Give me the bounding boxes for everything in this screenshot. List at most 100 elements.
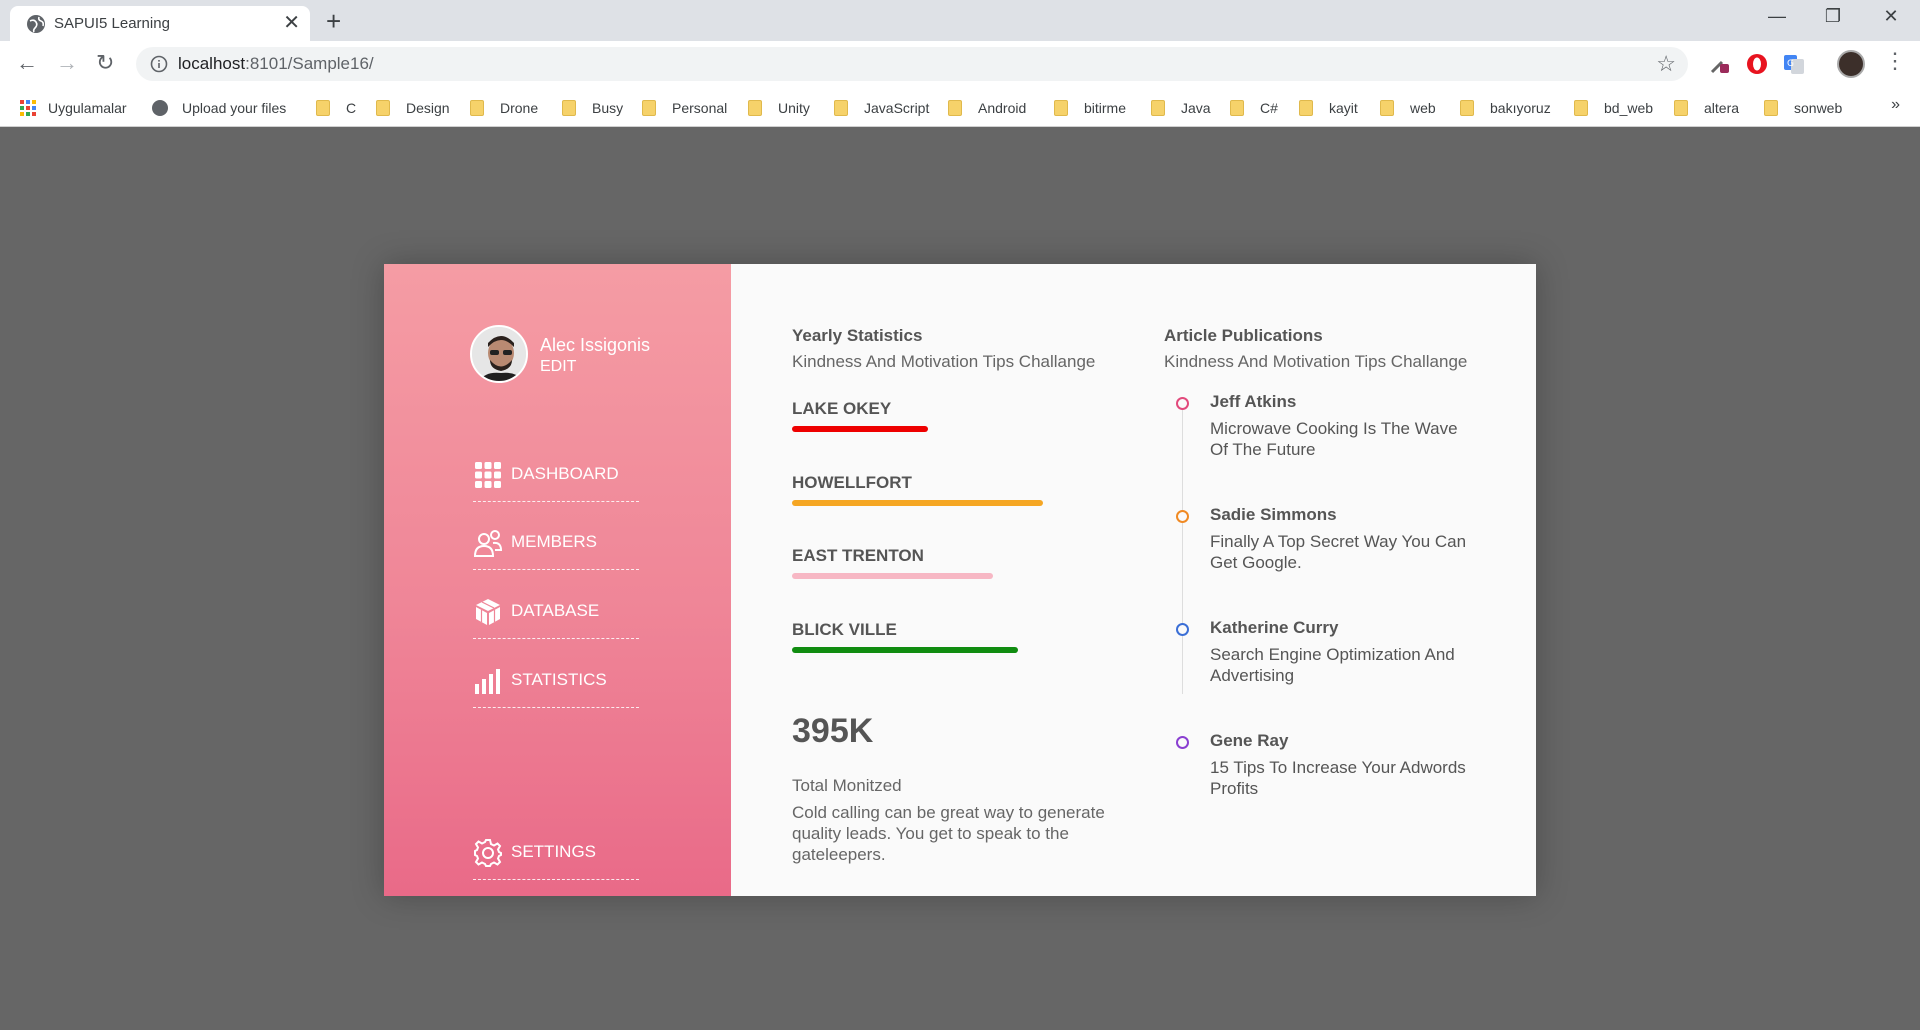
cube-icon [476, 599, 500, 625]
city-label: HOWELLFORT [792, 473, 912, 492]
menu-item-settings[interactable]: SETTINGS [473, 822, 639, 880]
bookmark-label: kayit [1329, 100, 1358, 116]
article-title[interactable]: Search Engine Optimization And Advertisi… [1210, 644, 1480, 686]
bookmark-folder[interactable]: Unity [748, 97, 810, 119]
bookmark-folder[interactable]: Android [948, 97, 1026, 119]
article-author[interactable]: Gene Ray [1210, 731, 1288, 751]
close-tab-icon[interactable]: ✕ [283, 12, 300, 34]
bookmark-folder[interactable]: Personal [642, 97, 727, 119]
city-label: LAKE OKEY [792, 399, 892, 418]
city-bar [792, 500, 1043, 506]
bookmark-star-icon[interactable]: ☆ [1656, 51, 1676, 77]
svg-text:G: G [1787, 59, 1794, 69]
bookmark-folder[interactable]: Drone [470, 97, 538, 119]
forward-icon[interactable]: → [56, 51, 78, 75]
article-title[interactable]: 15 Tips To Increase Your Adwords Profits [1210, 757, 1480, 799]
reload-icon[interactable]: ↻ [96, 51, 114, 75]
bookmark-folder[interactable]: JavaScript [834, 97, 929, 119]
articles-subtitle: Kindness And Motivation Tips Challange [1164, 352, 1468, 371]
bookmarks-bar: Uygulamalar Upload your files C Design D… [0, 87, 1920, 127]
bookmark-label: Personal [672, 100, 728, 116]
menu-item-members[interactable]: MEMBERS [473, 512, 639, 570]
bookmark-label: Java [1181, 100, 1211, 116]
city-bar [792, 426, 928, 432]
bookmark-apps[interactable]: Uygulamalar [20, 97, 127, 119]
sidebar: Alec Issigonis EDIT DASHBOARD MEMBERS DA… [384, 264, 731, 896]
bars-icon [475, 669, 500, 694]
more-bookmarks-icon[interactable]: » [1891, 96, 1900, 114]
info-icon[interactable] [150, 55, 168, 73]
folder-icon [1230, 100, 1244, 116]
folder-icon [376, 100, 390, 116]
bookmark-folder[interactable]: C# [1230, 97, 1278, 119]
eyedropper-extension-icon[interactable] [1708, 52, 1732, 76]
article-title[interactable]: Microwave Cooking Is The Wave Of The Fut… [1210, 418, 1480, 460]
bookmark-folder[interactable]: bakıyoruz [1460, 97, 1551, 119]
bookmark-label: Android [978, 100, 1027, 116]
new-tab-button[interactable]: + [326, 8, 341, 34]
timeline-dot [1176, 736, 1189, 749]
grid-icon [475, 462, 501, 488]
menu-dots-icon[interactable]: ⋮ [1884, 49, 1906, 73]
bookmark-upload[interactable]: Upload your files [152, 97, 286, 119]
bookmark-folder[interactable]: bitirme [1054, 97, 1126, 119]
article-author[interactable]: Katherine Curry [1210, 618, 1338, 638]
folder-icon [1299, 100, 1313, 116]
bookmark-label: sonweb [1794, 100, 1843, 116]
timeline-dot [1176, 623, 1189, 636]
back-icon[interactable]: ← [16, 51, 38, 75]
avatar[interactable] [470, 325, 528, 383]
folder-icon [1674, 100, 1688, 116]
gear-icon [474, 839, 502, 867]
edit-profile-link[interactable]: EDIT [540, 358, 576, 376]
browser-tabbar: SAPUI5 Learning ✕ + — ❐ ✕ [0, 0, 1920, 41]
url-text: localhost:8101/Sample16/ [178, 54, 374, 74]
address-bar[interactable]: localhost:8101/Sample16/ ☆ [136, 47, 1688, 81]
bookmark-label: Drone [500, 100, 539, 116]
menu-label: MEMBERS [511, 532, 597, 551]
menu-label: SETTINGS [511, 842, 597, 861]
bookmark-folder[interactable]: C [316, 97, 356, 119]
close-window-icon[interactable]: ✕ [1868, 6, 1914, 27]
browser-toolbar: ← → ↻ localhost:8101/Sample16/ ☆ G ⋮ [0, 41, 1920, 87]
bookmark-folder[interactable]: sonweb [1764, 97, 1842, 119]
folder-icon [1764, 100, 1778, 116]
city-bar [792, 647, 1018, 653]
bookmark-folder[interactable]: altera [1674, 97, 1739, 119]
folder-icon [1380, 100, 1394, 116]
bookmark-label: bitirme [1084, 100, 1127, 116]
menu-item-statistics[interactable]: STATISTICS [473, 650, 639, 708]
translate-extension-icon[interactable]: G [1782, 52, 1806, 76]
bookmark-folder[interactable]: Java [1151, 97, 1211, 119]
globe-icon [27, 15, 45, 33]
apps-grid-icon [20, 100, 36, 116]
opera-extension-icon[interactable] [1745, 52, 1769, 76]
bookmark-label: bd_web [1604, 100, 1654, 116]
menu-label: DASHBOARD [511, 464, 619, 483]
bookmark-label: Design [406, 100, 450, 116]
bookmark-label: Busy [592, 100, 624, 116]
restore-icon[interactable]: ❐ [1810, 6, 1856, 27]
url-host: localhost [178, 54, 246, 73]
browser-tab[interactable]: SAPUI5 Learning ✕ [10, 6, 310, 41]
menu-item-dashboard[interactable]: DASHBOARD [473, 444, 639, 502]
bookmark-folder[interactable]: kayit [1299, 97, 1358, 119]
profile-avatar[interactable] [1837, 50, 1865, 78]
bookmark-folder[interactable]: Busy [562, 97, 623, 119]
timeline-dot [1176, 397, 1189, 410]
article-author[interactable]: Sadie Simmons [1210, 505, 1337, 525]
menu-item-database[interactable]: DATABASE [473, 581, 639, 639]
article-author[interactable]: Jeff Atkins [1210, 392, 1296, 412]
city-bar [792, 573, 993, 579]
folder-icon [1151, 100, 1165, 116]
bookmark-folder[interactable]: web [1380, 97, 1436, 119]
bookmark-folder[interactable]: Design [376, 97, 450, 119]
bookmark-label: C# [1260, 100, 1278, 116]
user-name: Alec Issigonis [540, 335, 651, 355]
bookmark-folder[interactable]: bd_web [1574, 97, 1653, 119]
bookmark-label: Unity [778, 100, 810, 116]
minimize-icon[interactable]: — [1754, 6, 1800, 27]
timeline-line [1182, 404, 1183, 694]
user-photo-icon [472, 327, 526, 381]
article-title[interactable]: Finally A Top Secret Way You Can Get Goo… [1210, 531, 1480, 573]
